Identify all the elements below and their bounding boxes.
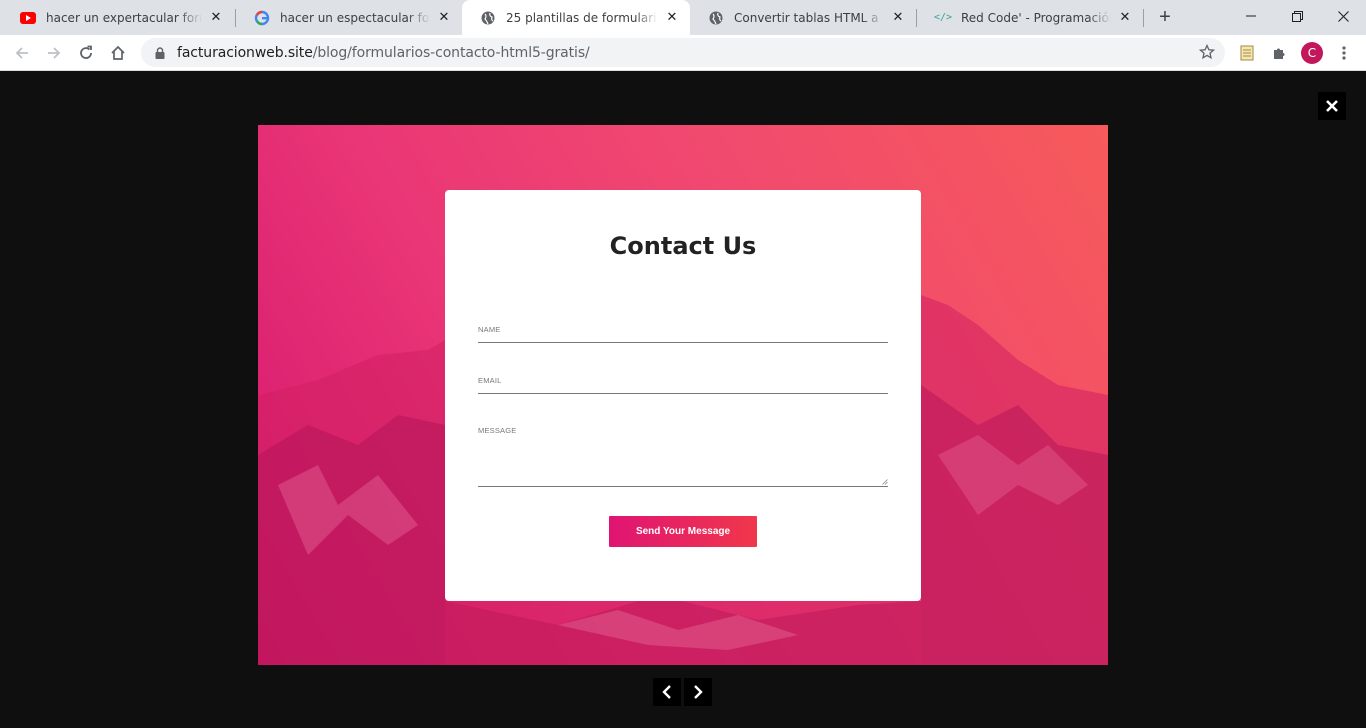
email-field[interactable] <box>478 369 888 393</box>
message-textarea[interactable] <box>478 419 888 486</box>
tab-title: 25 plantillas de formularios de <box>506 10 658 25</box>
lock-icon[interactable] <box>153 46 167 59</box>
tab-5[interactable]: </> Red Code' - Programación y Se ✕ <box>917 0 1143 35</box>
youtube-icon <box>20 10 36 26</box>
lightbox-image: Contact Us NAME EMAIL MESSAGE Send Your … <box>258 125 1108 665</box>
url-path: /blog/formularios-contacto-html5-gratis/ <box>312 44 590 61</box>
back-arrow-icon <box>15 47 28 59</box>
tab-2[interactable]: hacer un espectacular formular ✕ <box>236 0 462 35</box>
resize-handle-icon[interactable] <box>882 479 888 485</box>
tab-separator <box>1143 9 1144 27</box>
tab-title: Red Code' - Programación y Se <box>961 10 1111 25</box>
address-bar[interactable]: facturacionweb.site/blog/formularios-con… <box>141 38 1225 67</box>
forward-button[interactable] <box>40 39 68 67</box>
url-domain: facturacionweb.site <box>177 44 313 61</box>
extension-notepad-icon[interactable] <box>1237 43 1257 63</box>
restore-button[interactable] <box>1274 0 1320 32</box>
close-tab-icon[interactable]: ✕ <box>1117 10 1133 26</box>
code-icon: </> <box>933 12 953 23</box>
minimize-button[interactable] <box>1228 0 1274 32</box>
chevron-right-icon[interactable] <box>684 678 712 706</box>
home-button[interactable] <box>104 39 132 67</box>
back-button[interactable] <box>8 39 36 67</box>
close-tab-icon[interactable]: ✕ <box>664 10 680 26</box>
form-title: Contact Us <box>609 232 757 260</box>
name-field-underline <box>478 342 888 343</box>
reload-icon <box>80 45 92 59</box>
close-icon[interactable] <box>1318 92 1346 120</box>
close-window-button[interactable] <box>1320 0 1366 32</box>
extensions-puzzle-icon[interactable] <box>1269 43 1289 63</box>
contact-form-card: Contact Us NAME EMAIL MESSAGE Send Your … <box>445 190 921 601</box>
tab-title: hacer un expertacular formular <box>46 10 202 25</box>
close-tab-icon[interactable]: ✕ <box>436 10 452 26</box>
forward-arrow-icon <box>48 47 61 59</box>
send-message-button[interactable]: Send Your Message <box>609 516 757 547</box>
tab-title: Convertir tablas HTML a archiv <box>734 10 884 25</box>
tab-1[interactable]: hacer un expertacular formular ✕ <box>2 0 234 35</box>
message-field-underline <box>478 486 888 487</box>
reload-button[interactable] <box>72 39 100 67</box>
globe-icon <box>480 10 496 26</box>
url-text: facturacionweb.site/blog/formularios-con… <box>177 45 590 61</box>
close-tab-icon[interactable]: ✕ <box>890 10 906 26</box>
email-field-underline <box>478 393 888 394</box>
tab-3-active[interactable]: 25 plantillas de formularios de ✕ <box>462 0 690 35</box>
menu-kebab-icon[interactable] <box>1334 43 1354 63</box>
profile-avatar[interactable]: C <box>1301 42 1323 64</box>
name-field[interactable] <box>478 318 888 342</box>
tab-4[interactable]: Convertir tablas HTML a archiv ✕ <box>690 0 916 35</box>
new-tab-button[interactable]: + <box>1153 5 1177 29</box>
home-icon <box>111 45 125 60</box>
lightbox-overlay: Contact Us NAME EMAIL MESSAGE Send Your … <box>0 71 1366 728</box>
browser-toolbar: facturacionweb.site/blog/formularios-con… <box>0 35 1366 71</box>
tab-title: hacer un espectacular formular <box>280 10 430 25</box>
chevron-left-icon[interactable] <box>653 678 681 706</box>
globe-icon <box>708 10 724 26</box>
google-icon <box>254 10 270 26</box>
tab-strip: hacer un expertacular formular ✕ hacer u… <box>0 0 1366 35</box>
bookmark-star-icon[interactable] <box>1198 43 1216 65</box>
close-tab-icon[interactable]: ✕ <box>208 10 224 26</box>
